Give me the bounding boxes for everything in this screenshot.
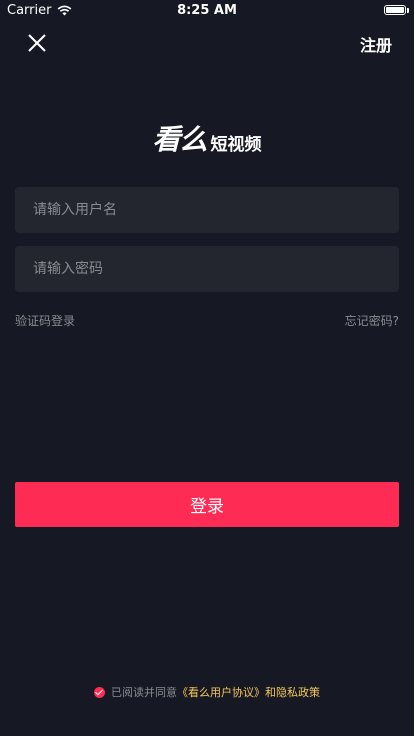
privacy-policy-link[interactable]: 隐私政策 bbox=[276, 686, 320, 699]
login-button[interactable]: 登录 bbox=[15, 482, 399, 527]
agreement-text: 已阅读并同意《看么用户协议》和隐私政策 bbox=[111, 684, 320, 700]
clock: 8:25 AM bbox=[177, 3, 237, 18]
agreement-checkbox[interactable] bbox=[94, 686, 105, 698]
logo-main-text: 看么 bbox=[152, 123, 207, 156]
status-bar: Carrier 8:25 AM bbox=[0, 0, 414, 22]
user-agreement-link[interactable]: 《看么用户协议》 bbox=[177, 686, 265, 699]
agreement-conjunction: 和 bbox=[265, 686, 276, 699]
sms-login-link[interactable]: 验证码登录 bbox=[15, 312, 75, 329]
close-button[interactable] bbox=[24, 30, 50, 56]
register-button[interactable]: 注册 bbox=[360, 32, 392, 56]
forgot-password-link[interactable]: 忘记密码? bbox=[345, 312, 399, 329]
agreement-prefix: 已阅读并同意 bbox=[111, 686, 177, 699]
agreement-row: 已阅读并同意《看么用户协议》和隐私政策 bbox=[0, 684, 414, 700]
app-logo: 看么 短视频 bbox=[0, 118, 414, 158]
battery-icon bbox=[384, 5, 409, 15]
username-field-container bbox=[15, 187, 399, 233]
password-field-container bbox=[15, 246, 399, 292]
password-input[interactable] bbox=[31, 260, 383, 278]
logo-sub-text: 短视频 bbox=[210, 135, 262, 155]
username-input[interactable] bbox=[31, 201, 383, 219]
close-icon bbox=[28, 34, 46, 52]
